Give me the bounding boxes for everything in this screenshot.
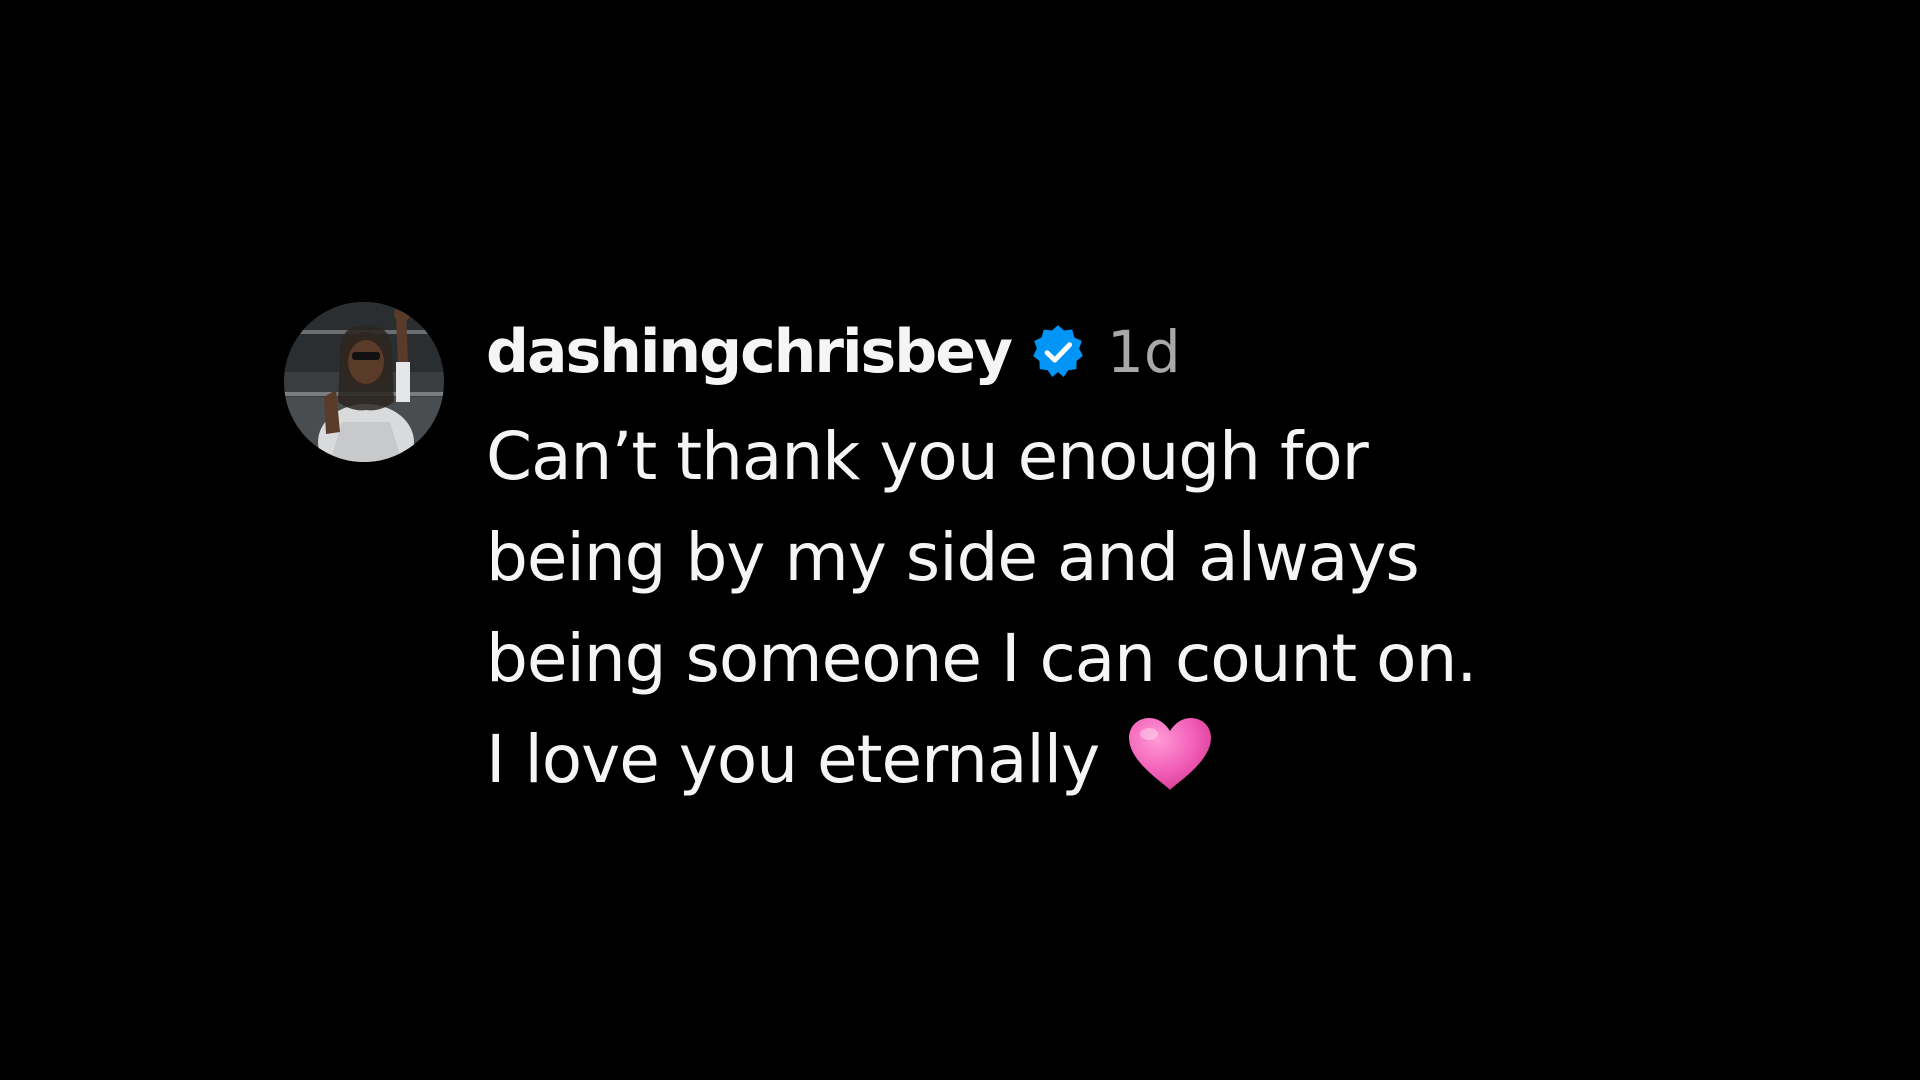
avatar[interactable] [284, 302, 444, 462]
avatar-photo [284, 302, 444, 462]
comment-text-last-line: I love you eternally [486, 709, 1476, 810]
comment-header: dashingchrisbey 1d [486, 304, 1476, 400]
comment-text-line: being someone I can count on. [486, 620, 1477, 697]
verified-badge-icon [1029, 323, 1087, 381]
comment-text-line: Can’t thank you enough for [486, 418, 1369, 495]
username[interactable]: dashingchrisbey [486, 322, 1013, 382]
comment-body: dashingchrisbey 1d Can’t thank you enoug… [486, 302, 1477, 810]
timestamp[interactable]: 1d [1107, 323, 1181, 381]
comment-text-line: I love you eternally [486, 721, 1100, 798]
comment-text-line: being by my side and always [486, 519, 1420, 596]
comment: dashingchrisbey 1d Can’t thank you enoug… [284, 302, 1684, 822]
comment-text: Can’t thank you enough for being by my s… [486, 406, 1477, 810]
pink-heart-icon [1125, 716, 1215, 792]
